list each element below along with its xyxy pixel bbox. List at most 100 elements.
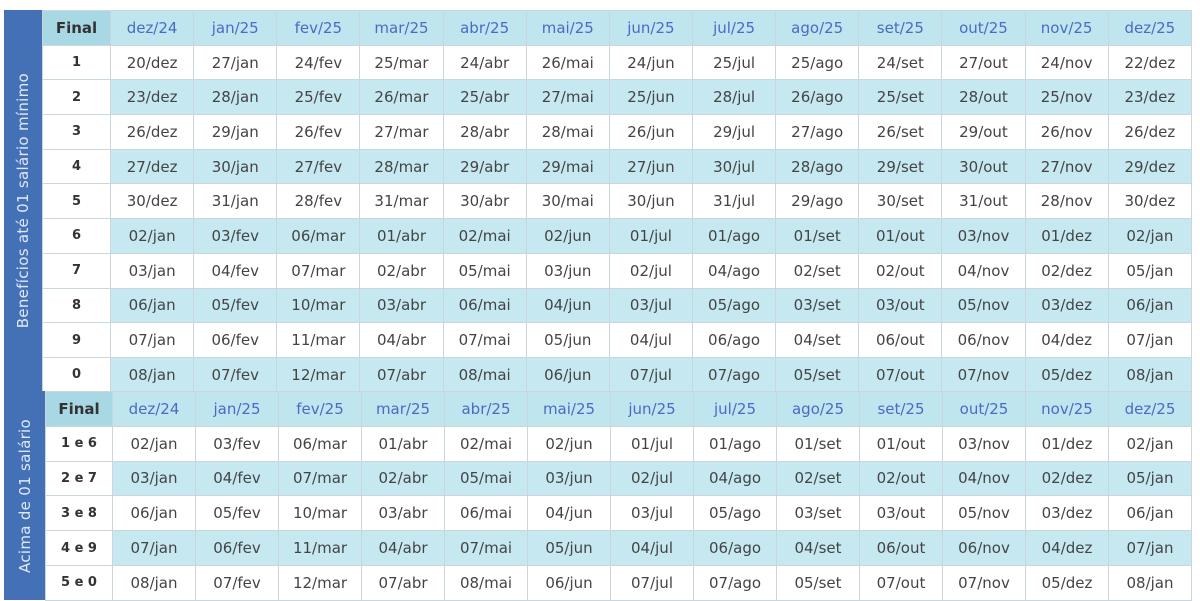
payment-date-cell: 04/abr bbox=[361, 530, 445, 566]
payment-date-cell: 03/nov bbox=[942, 425, 1026, 462]
payment-date-cell: 06/jan bbox=[1108, 495, 1192, 532]
table-block-acima-01-salario: Acima de 01 salário Final dez/24 jan/25 fev… bbox=[4, 391, 1192, 601]
payment-date-cell: 06/mar bbox=[276, 218, 361, 254]
payment-date-cell: 05/mai bbox=[444, 460, 528, 497]
payment-date-cell: 12/mar bbox=[278, 564, 362, 601]
payment-date-cell: 31/jul bbox=[691, 183, 777, 220]
payment-date-cell: 07/abr bbox=[359, 356, 444, 393]
payment-date-cell: 28/jan bbox=[193, 79, 278, 116]
month-header: mar/25 bbox=[361, 391, 445, 427]
payment-date-cell: 07/out bbox=[859, 564, 943, 601]
payment-date-cell: 03/abr bbox=[361, 495, 445, 532]
payment-date-cell: 04/set bbox=[775, 322, 860, 358]
payment-date-cell: 08/jan bbox=[1107, 356, 1193, 393]
payment-date-cell: 07/mar bbox=[276, 252, 361, 289]
payment-date-cell: 03/jul bbox=[610, 495, 694, 532]
payment-date-cell: 27/out bbox=[941, 44, 1026, 81]
payment-date-cell: 03/out bbox=[858, 287, 943, 324]
payment-date-cell: 31/mar bbox=[359, 183, 444, 220]
payment-date-cell: 04/nov bbox=[942, 460, 1026, 497]
payment-date-cell: 24/fev bbox=[276, 44, 361, 81]
final-digit-cell: 2 e 7 bbox=[45, 460, 113, 497]
payment-date-cell: 23/dez bbox=[109, 79, 195, 116]
payment-date-cell: 06/nov bbox=[941, 322, 1026, 358]
month-header: dez/25 bbox=[1108, 391, 1192, 427]
final-digit-cell: 8 bbox=[42, 287, 111, 324]
final-digit-cell: 9 bbox=[42, 322, 111, 358]
final-digit-cell: 1 e 6 bbox=[45, 425, 113, 462]
table-row: 1 e 6 02/jan 03/fev 06/mar 01/abr 02/mai 02/ju… bbox=[45, 425, 1192, 462]
payment-date-cell: 01/set bbox=[775, 218, 860, 254]
payment-date-cell: 26/mar bbox=[359, 79, 444, 116]
final-digit-cell: 4 bbox=[42, 148, 111, 185]
month-header: mar/25 bbox=[359, 10, 444, 46]
payment-date-cell: 05/jan bbox=[1107, 252, 1193, 289]
payment-date-cell: 02/jul bbox=[608, 252, 693, 289]
payment-date-cell: 08/mai bbox=[442, 356, 527, 393]
payment-date-cell: 24/jun bbox=[608, 44, 693, 81]
payment-date-cell: 03/jan bbox=[112, 460, 196, 497]
payment-date-cell: 07/fev bbox=[193, 356, 278, 393]
side-label: Benefícios até 01 salário mínimo bbox=[14, 73, 32, 329]
payment-date-cell: 06/out bbox=[859, 530, 943, 566]
payment-date-cell: 05/ago bbox=[691, 287, 777, 324]
payment-date-cell: 07/ago bbox=[691, 356, 777, 393]
payment-date-cell: 04/nov bbox=[941, 252, 1026, 289]
table-row: 1 20/dez 27/jan 24/fev 25/mar 24/abr 26/mai 24/… bbox=[42, 44, 1193, 81]
payment-date-cell: 03/dez bbox=[1025, 495, 1109, 532]
payment-date-cell: 29/dez bbox=[1107, 148, 1193, 185]
payment-date-cell: 06/mai bbox=[442, 287, 527, 324]
payment-date-cell: 08/jan bbox=[109, 356, 195, 393]
payment-date-cell: 03/out bbox=[859, 495, 943, 532]
payment-date-cell: 27/dez bbox=[109, 148, 195, 185]
payment-date-cell: 27/jun bbox=[608, 148, 693, 185]
month-header: abr/25 bbox=[442, 10, 527, 46]
month-header: out/25 bbox=[941, 10, 1026, 46]
payment-date-cell: 07/mar bbox=[278, 460, 362, 497]
payment-date-cell: 26/dez bbox=[109, 114, 195, 150]
payment-date-cell: 05/set bbox=[775, 356, 860, 393]
payment-date-cell: 28/ago bbox=[775, 148, 860, 185]
month-header: set/25 bbox=[858, 10, 943, 46]
month-header: jun/25 bbox=[608, 10, 693, 46]
month-header: jul/25 bbox=[693, 391, 777, 427]
payment-date-cell: 27/nov bbox=[1024, 148, 1109, 185]
payment-date-cell: 20/dez bbox=[109, 44, 195, 81]
final-digit-cell: 2 bbox=[42, 79, 111, 116]
payment-date-cell: 26/fev bbox=[276, 114, 361, 150]
payment-date-cell: 10/mar bbox=[278, 495, 362, 532]
table-row: 5 e 0 08/jan 07/fev 12/mar 07/abr 08/mai 06/ju… bbox=[45, 564, 1192, 601]
payment-date-cell: 02/mai bbox=[444, 425, 528, 462]
payment-date-cell: 05/jun bbox=[525, 322, 610, 358]
payment-date-cell: 25/mar bbox=[359, 44, 444, 81]
payment-date-cell: 02/set bbox=[775, 252, 860, 289]
payment-date-cell: 02/abr bbox=[359, 252, 444, 289]
table-row: 4 e 9 07/jan 06/fev 11/mar 04/abr 07/mai 05/ju… bbox=[45, 530, 1192, 566]
payment-date-cell: 01/jul bbox=[610, 425, 694, 462]
final-digit-cell: 7 bbox=[42, 252, 111, 289]
payment-date-cell: 26/ago bbox=[775, 79, 860, 116]
month-header: dez/24 bbox=[112, 391, 196, 427]
payment-date-cell: 05/nov bbox=[941, 287, 1026, 324]
month-header: ago/25 bbox=[776, 391, 860, 427]
payment-date-cell: 28/fev bbox=[276, 183, 361, 220]
payment-date-cell: 02/jun bbox=[525, 218, 610, 254]
payment-date-cell: 06/jan bbox=[1107, 287, 1193, 324]
payment-date-cell: 28/jul bbox=[691, 79, 777, 116]
payment-date-cell: 30/dez bbox=[109, 183, 195, 220]
side-label-banner: Acima de 01 salário bbox=[4, 391, 45, 600]
payment-date-cell: 06/fev bbox=[193, 322, 278, 358]
payment-date-cell: 07/mai bbox=[444, 530, 528, 566]
payment-date-cell: 07/nov bbox=[941, 356, 1026, 393]
payment-date-cell: 03/jun bbox=[527, 460, 611, 497]
payment-date-cell: 01/abr bbox=[361, 425, 445, 462]
table-row: 3 26/dez 29/jan 26/fev 27/mar 28/abr 28/mai 26/… bbox=[42, 114, 1193, 150]
payment-date-cell: 29/mai bbox=[525, 148, 610, 185]
payment-date-cell: 04/ago bbox=[691, 252, 777, 289]
payment-date-cell: 04/set bbox=[776, 530, 860, 566]
payment-date-cell: 02/out bbox=[858, 252, 943, 289]
payment-date-cell: 07/jul bbox=[610, 564, 694, 601]
table-row: 2 23/dez 28/jan 25/fev 26/mar 25/abr 27/mai 25/… bbox=[42, 79, 1193, 116]
payment-date-cell: 23/dez bbox=[1107, 79, 1193, 116]
table-row: 3 e 8 06/jan 05/fev 10/mar 03/abr 06/mai 04/ju… bbox=[45, 495, 1192, 532]
